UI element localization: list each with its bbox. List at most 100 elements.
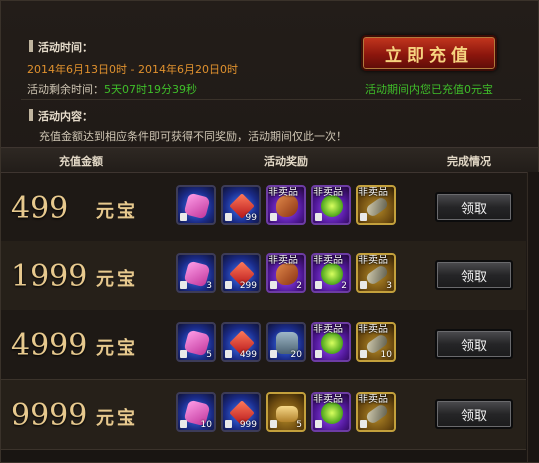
currency-unit: 元宝	[96, 408, 138, 429]
header-amount: 充值金额	[59, 155, 103, 168]
bound-lock-icon	[225, 350, 232, 358]
item-quantity: 3	[386, 281, 392, 291]
not-for-sale-tag: 非卖品	[358, 394, 388, 405]
not-for-sale-tag: 非卖品	[358, 324, 388, 335]
scrollbar[interactable]	[527, 172, 539, 462]
item-graphic	[276, 263, 298, 285]
item-quantity: 299	[239, 281, 257, 291]
recharge-amount: 4999	[11, 328, 88, 363]
chest-icon[interactable]: 20	[266, 322, 306, 362]
not-for-sale-tag: 非卖品	[313, 187, 343, 198]
bound-lock-icon	[360, 281, 367, 289]
item-graphic	[364, 195, 390, 219]
meat-icon[interactable]: 非卖品 2	[266, 253, 306, 293]
cannon-icon[interactable]: 非卖品 10	[356, 322, 396, 362]
bound-lock-icon	[360, 213, 367, 221]
bound-lock-icon	[315, 213, 322, 221]
bound-lock-icon	[360, 350, 367, 358]
bound-lock-icon	[360, 420, 367, 428]
red-gem-icon[interactable]: 499	[221, 322, 261, 362]
bound-lock-icon	[180, 213, 187, 221]
bound-lock-icon	[315, 281, 322, 289]
item-quantity: 2	[296, 281, 302, 291]
claim-button[interactable]: 领取	[435, 192, 513, 222]
recharge-amount: 499	[11, 191, 69, 226]
bound-lock-icon	[315, 420, 322, 428]
red-gem-icon[interactable]: 299	[221, 253, 261, 293]
bound-lock-icon	[270, 420, 277, 428]
cannon-icon[interactable]: 非卖品	[356, 185, 396, 225]
activity-content-text: 充值金额达到相应条件即可获得不同奖励，活动期间仅此一次！	[39, 130, 347, 143]
item-graphic	[183, 192, 211, 220]
recharge-amount: 9999	[11, 398, 88, 433]
reward-items: 10 999 5 非卖品 非卖品	[176, 392, 396, 432]
bound-lock-icon	[270, 213, 277, 221]
reward-row: 499 元宝 99 非卖品 非卖品 非卖品 领取	[1, 173, 526, 243]
green-orb-icon[interactable]: 非卖品	[311, 322, 351, 362]
recharge-amount: 1999	[11, 259, 88, 294]
activity-time-label: 活动时间：	[38, 41, 93, 54]
bound-lock-icon	[225, 420, 232, 428]
bound-lock-icon	[180, 350, 187, 358]
item-quantity: 5	[206, 350, 212, 360]
currency-unit: 元宝	[96, 269, 138, 290]
divider	[21, 99, 521, 100]
not-for-sale-tag: 非卖品	[313, 324, 343, 335]
item-graphic	[321, 195, 343, 217]
green-orb-icon[interactable]: 非卖品	[311, 392, 351, 432]
item-quantity: 5	[296, 420, 302, 430]
item-quantity: 499	[239, 350, 257, 360]
bound-lock-icon	[270, 350, 277, 358]
meat-icon[interactable]: 非卖品	[266, 185, 306, 225]
reward-row: 9999 元宝 10 999 5 非卖品 非卖品 领取	[1, 380, 526, 450]
not-for-sale-tag: 非卖品	[358, 255, 388, 266]
header-rewards: 活动奖励	[264, 155, 308, 168]
green-orb-icon[interactable]: 非卖品	[311, 185, 351, 225]
currency-unit: 元宝	[96, 201, 138, 222]
red-gem-icon[interactable]: 99	[221, 185, 261, 225]
reward-items: 5 499 20 非卖品 非卖品 10	[176, 322, 396, 362]
gift-box-icon[interactable]: 3	[176, 253, 216, 293]
item-graphic	[364, 402, 390, 426]
gift-box-icon[interactable]: 10	[176, 392, 216, 432]
cannon-icon[interactable]: 非卖品	[356, 392, 396, 432]
item-quantity: 99	[245, 213, 257, 223]
item-graphic	[276, 406, 298, 422]
cannon-icon[interactable]: 非卖品 3	[356, 253, 396, 293]
gift-box-icon[interactable]	[176, 185, 216, 225]
claim-button[interactable]: 领取	[435, 329, 513, 359]
green-orb-icon[interactable]: 非卖品 2	[311, 253, 351, 293]
section-marker	[29, 40, 33, 52]
remaining-time-label: 活动剩余时间：	[27, 83, 104, 96]
bound-lock-icon	[180, 281, 187, 289]
red-gem-icon[interactable]: 999	[221, 392, 261, 432]
item-graphic	[321, 263, 343, 285]
reward-row: 1999 元宝 3 299 非卖品 2 非卖品 2 非卖品 3 领取	[1, 241, 526, 311]
remaining-time-value: 5天07时19分39秒	[104, 83, 197, 96]
currency-unit: 元宝	[96, 338, 138, 359]
claim-button[interactable]: 领取	[435, 260, 513, 290]
not-for-sale-tag: 非卖品	[313, 255, 343, 266]
scroll-icon[interactable]: 5	[266, 392, 306, 432]
item-quantity: 20	[290, 350, 302, 360]
item-quantity: 10	[380, 350, 392, 360]
claim-button[interactable]: 领取	[435, 399, 513, 429]
bound-lock-icon	[225, 281, 232, 289]
gift-box-icon[interactable]: 5	[176, 322, 216, 362]
item-quantity: 10	[200, 420, 212, 430]
remaining-time-row: 活动剩余时间：5天07时19分39秒	[27, 81, 197, 97]
bound-lock-icon	[225, 213, 232, 221]
section-marker	[29, 109, 33, 121]
row-divider	[1, 449, 526, 450]
reward-items: 99 非卖品 非卖品 非卖品	[176, 185, 396, 225]
item-graphic	[321, 402, 343, 424]
not-for-sale-tag: 非卖品	[358, 187, 388, 198]
bound-lock-icon	[315, 350, 322, 358]
not-for-sale-tag: 非卖品	[313, 394, 343, 405]
recharge-now-button[interactable]: 立即充值	[361, 35, 497, 71]
item-graphic	[276, 195, 298, 217]
activity-content-label: 活动内容：	[38, 110, 93, 123]
item-quantity: 999	[239, 420, 257, 430]
recharged-status: 活动期间内您已充值0元宝	[365, 83, 493, 96]
bound-lock-icon	[270, 281, 277, 289]
